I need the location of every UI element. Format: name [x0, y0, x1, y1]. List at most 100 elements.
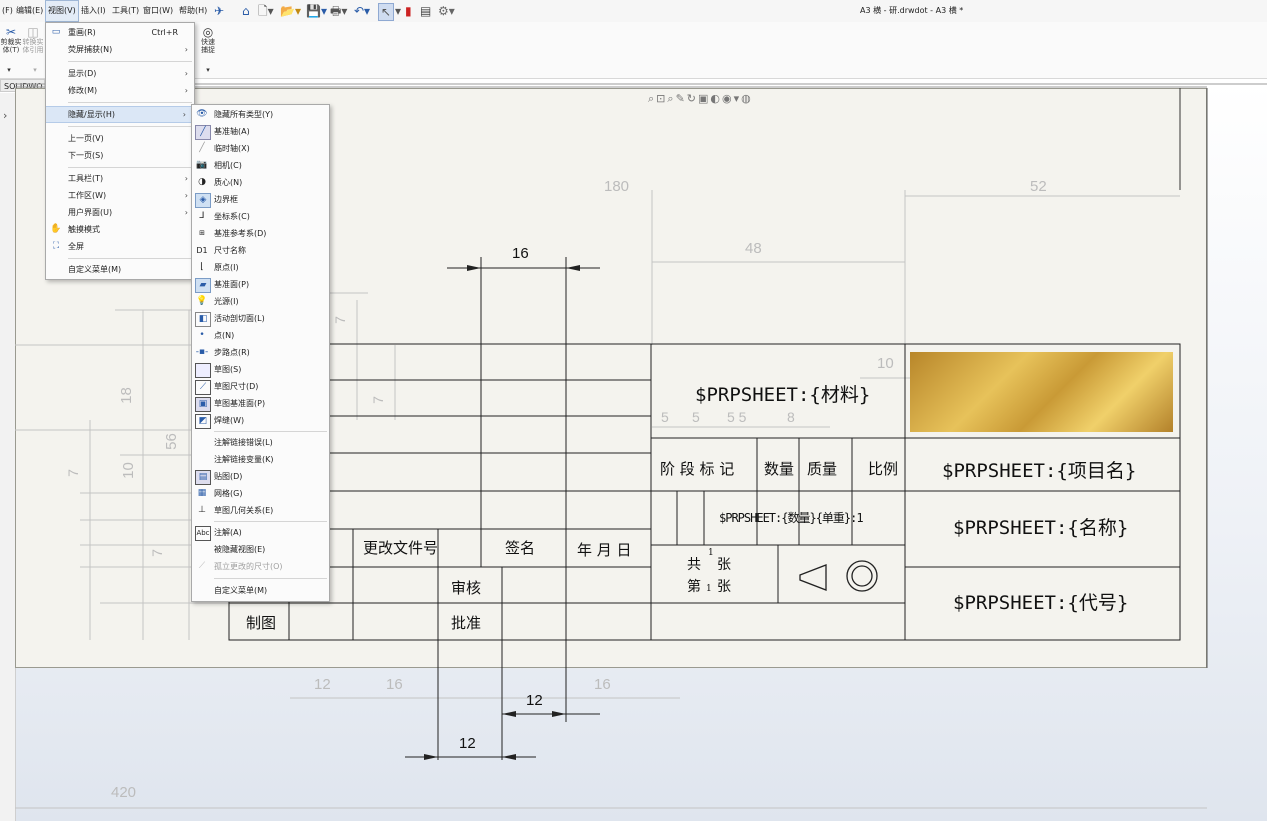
submenu-item-grid[interactable]: ▦ 网格(G) [192, 485, 329, 502]
submenu-item-planes[interactable]: ▰ 基准面(P) [192, 276, 329, 293]
dimension-180[interactable]: 180 [604, 178, 629, 195]
submenu-item-route-points[interactable]: -▪- 步路点(R) [192, 344, 329, 361]
dimension-56[interactable]: 56 [163, 433, 180, 450]
submenu-item-sketch-dimensions[interactable]: ⟋ 草图尺寸(D) [192, 378, 329, 395]
menu-item-display[interactable]: 显示(D) › [46, 65, 194, 82]
weld-icon: ◩ [195, 414, 211, 429]
dimension-12-lower[interactable]: 12 [459, 735, 476, 752]
project-name-field: $PRPSHEET:{项目名} [942, 460, 1137, 482]
submenu-item-bounding-box[interactable]: ◈ 边界框 [192, 191, 329, 208]
dimension-10-vertical[interactable]: 10 [120, 462, 137, 479]
grid-icon: ▦ [197, 488, 207, 498]
hide-show-items-icon[interactable]: ◐ [710, 92, 722, 105]
previous-view-icon[interactable]: ⌕ [667, 92, 675, 105]
submenu-item-hide-all-types[interactable]: 👁 隐藏所有类型(Y) [192, 106, 329, 123]
dimension-420[interactable]: 420 [111, 784, 136, 801]
eye-icon: 👁 [196, 109, 208, 119]
dimension-48[interactable]: 48 [745, 240, 762, 257]
heads-up-view-toolbar[interactable]: ⌕⊡⌕✎↻▣◐◉▾◍ [648, 92, 753, 106]
menu-item-display-label: 显示(D) [68, 69, 97, 78]
menu-item-next-page[interactable]: 下一页(S) [46, 147, 194, 164]
submenu-item-annotation-link-variables[interactable]: 注解链接变量(K) [192, 451, 329, 468]
menu-item-screen-capture[interactable]: 荧屏捕获(N) › [46, 41, 194, 58]
view-settings-icon[interactable]: ◉▾ [722, 92, 741, 105]
annotation-icon: Abc [195, 526, 211, 541]
submenu-item-camera[interactable]: 📷 相机(C) [192, 157, 329, 174]
datum-reference-icon: ⊞ [199, 229, 205, 237]
menu-item-workspace[interactable]: 工作区(W) › [46, 187, 194, 204]
submenu-item-sketches[interactable]: 草图(S) [192, 361, 329, 378]
sheet-number-value: 1 [706, 584, 712, 594]
dimension-52[interactable]: 52 [1030, 178, 1047, 195]
menu-item-touch-mode[interactable]: ✋ 触摸模式 [46, 221, 194, 238]
menu-item-hide-show[interactable]: 隐藏/显示(H) › [46, 106, 192, 123]
submenu-item-temporary-axis[interactable]: ╱ 临时轴(X) [192, 140, 329, 157]
submenu-item-annotations[interactable]: Abc 注解(A) [192, 524, 329, 541]
dimension-16-gray-b[interactable]: 16 [594, 676, 611, 693]
submenu-item-welds[interactable]: ◩ 焊缝(W) [192, 412, 329, 429]
menu-item-fullscreen[interactable]: ⛶ 全屏 [46, 238, 194, 255]
submenu-item-label: 孤立更改的尺寸(O) [214, 562, 283, 571]
dimension-12-gray[interactable]: 12 [314, 676, 331, 693]
stage-mark-label: 阶 段 标 记 [660, 460, 735, 478]
dimension-7-d[interactable]: 7 [149, 549, 165, 557]
submenu-arrow-icon: › [182, 110, 186, 119]
point-icon: • [199, 330, 205, 340]
dimension-8[interactable]: 8 [787, 409, 795, 425]
rotate-icon[interactable]: ↻ [687, 92, 698, 105]
submenu-item-label: 草图基准面(P) [214, 399, 266, 408]
submenu-arrow-icon: › [184, 69, 188, 78]
submenu-item-points[interactable]: • 点(N) [192, 327, 329, 344]
menu-item-customize-menu[interactable]: 自定义菜单(M) [46, 261, 194, 278]
dimension-5-b[interactable]: 5 [692, 409, 700, 425]
submenu-item-coordinate-system[interactable]: ⅃ 坐标系(C) [192, 208, 329, 225]
submenu-item-label: 步路点(R) [214, 348, 250, 357]
submenu-item-hidden-views[interactable]: 被隐藏视图(E) [192, 541, 329, 558]
submenu-item-datum-reference[interactable]: ⊞ 基准参考系(D) [192, 225, 329, 242]
menu-item-previous-page[interactable]: 上一页(V) [46, 130, 194, 147]
submenu-item-datum-axis[interactable]: ╱ 基准轴(A) [192, 123, 329, 140]
submenu-item-annotation-link-errors[interactable]: 注解链接错误(L) [192, 434, 329, 451]
menu-item-toolbars[interactable]: 工具栏(T) › [46, 170, 194, 187]
view-menu: ▭ 重画(R) Ctrl+R 荧屏捕获(N) › 显示(D) › 修改(M) ›… [45, 22, 195, 280]
dimension-7-a[interactable]: 7 [332, 316, 348, 324]
appearance-icon[interactable]: ◍ [741, 92, 753, 105]
menu-item-redraw[interactable]: ▭ 重画(R) Ctrl+R [46, 24, 194, 41]
route-point-icon: -▪- [195, 347, 209, 357]
submenu-item-origin[interactable]: ⌊ 原点(I) [192, 259, 329, 276]
menu-item-user-interface[interactable]: 用户界面(U) › [46, 204, 194, 221]
dimension-18[interactable]: 18 [118, 387, 135, 404]
submenu-item-label: 贴图(D) [214, 472, 243, 481]
submenu-item-dimension-names[interactable]: D1 尺寸名称 [192, 242, 329, 259]
submenu-arrow-icon: › [184, 174, 188, 183]
dimension-5-5[interactable]: 5 5 [727, 409, 746, 425]
submenu-item-lights[interactable]: 💡 光源(I) [192, 293, 329, 310]
dimension-7-c[interactable]: 7 [65, 469, 81, 477]
dimension-10[interactable]: 10 [877, 355, 894, 372]
sketch-plane-icon: ▣ [195, 397, 211, 412]
submenu-item-decals[interactable]: ▤ 贴图(D) [192, 468, 329, 485]
dimension-7-b[interactable]: 7 [370, 396, 386, 404]
dimension-5-a[interactable]: 5 [661, 409, 669, 425]
submenu-item-isolate-changed-dimensions[interactable]: ⟋ 孤立更改的尺寸(O) [192, 558, 329, 575]
submenu-item-sketch-relations[interactable]: ⊥ 草图几何关系(E) [192, 502, 329, 519]
total-sheets-label: 共 [687, 557, 701, 573]
fullscreen-icon: ⛶ [52, 241, 60, 251]
menu-item-modify[interactable]: 修改(M) › [46, 82, 194, 99]
menu-item-hide-show-label: 隐藏/显示(H) [68, 110, 115, 119]
dimension-12-upper[interactable]: 12 [526, 692, 543, 709]
zoom-area-icon[interactable]: ⊡ [656, 92, 667, 105]
dimension-16-gray-a[interactable]: 16 [386, 676, 403, 693]
sketch-tool-icon[interactable]: ✎ [676, 92, 687, 105]
menu-item-redraw-label: 重画(R) [68, 28, 96, 37]
dimension-16[interactable]: 16 [512, 245, 529, 262]
submenu-item-live-section[interactable]: ◧ 活动剖切面(L) [192, 310, 329, 327]
submenu-item-customize-menu[interactable]: 自定义菜单(M) [192, 582, 329, 599]
total-sheets-number: 1 [708, 548, 714, 558]
submenu-item-center-of-mass[interactable]: ◑ 质心(N) [192, 174, 329, 191]
zoom-fit-icon[interactable]: ⌕ [648, 92, 656, 105]
submenu-arrow-icon: › [184, 191, 188, 200]
submenu-item-sketch-planes[interactable]: ▣ 草图基准面(P) [192, 395, 329, 412]
display-style-icon[interactable]: ▣ [698, 92, 710, 105]
axis-icon: ╱ [195, 125, 211, 140]
